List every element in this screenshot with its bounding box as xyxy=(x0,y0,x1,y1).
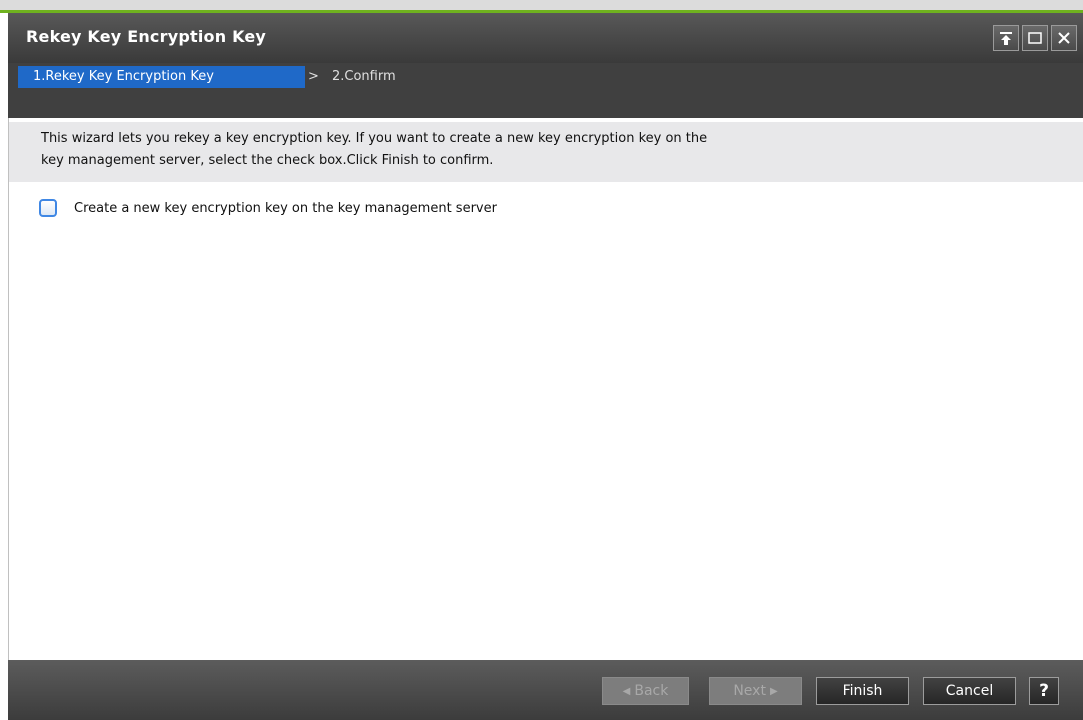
rekey-dialog-window: Rekey Key Encryption Key 1.Rekey Key Enc… xyxy=(0,0,1083,720)
window-controls xyxy=(993,25,1077,51)
help-button[interactable]: ? xyxy=(1029,677,1059,705)
step-confirm[interactable]: 2.Confirm xyxy=(332,66,396,88)
pin-button[interactable] xyxy=(993,25,1019,51)
maximize-button[interactable] xyxy=(1022,25,1048,51)
back-button[interactable]: ◀ Back xyxy=(602,677,689,705)
maximize-icon xyxy=(1028,32,1042,44)
title-bar: Rekey Key Encryption Key xyxy=(8,13,1083,63)
back-arrow-icon: ◀ xyxy=(622,685,631,697)
next-label: Next xyxy=(733,683,766,699)
wizard-description: This wizard lets you rekey a key encrypt… xyxy=(9,122,1083,182)
description-line-2: key management server, select the check … xyxy=(41,153,494,168)
cancel-button[interactable]: Cancel xyxy=(923,677,1016,705)
step-rekey[interactable]: 1.Rekey Key Encryption Key xyxy=(18,66,305,88)
description-line-1: This wizard lets you rekey a key encrypt… xyxy=(41,131,708,146)
close-icon xyxy=(1058,32,1070,44)
step-separator: > xyxy=(308,69,319,84)
pin-icon xyxy=(1000,32,1012,45)
close-button[interactable] xyxy=(1051,25,1077,51)
wizard-step-bar: 1.Rekey Key Encryption Key > 2.Confirm xyxy=(8,63,1083,118)
create-new-key-label: Create a new key encryption key on the k… xyxy=(74,200,497,216)
wizard-footer: ◀ Back Next ▶ Finish Cancel ? xyxy=(8,660,1083,720)
back-label: Back xyxy=(634,683,669,699)
next-arrow-icon: ▶ xyxy=(769,685,778,697)
window-title: Rekey Key Encryption Key xyxy=(26,27,267,46)
create-new-key-checkbox[interactable] xyxy=(39,199,57,217)
wizard-content: This wizard lets you rekey a key encrypt… xyxy=(8,118,1083,660)
finish-button[interactable]: Finish xyxy=(816,677,909,705)
create-new-key-option[interactable]: Create a new key encryption key on the k… xyxy=(39,199,497,217)
next-button[interactable]: Next ▶ xyxy=(709,677,802,705)
